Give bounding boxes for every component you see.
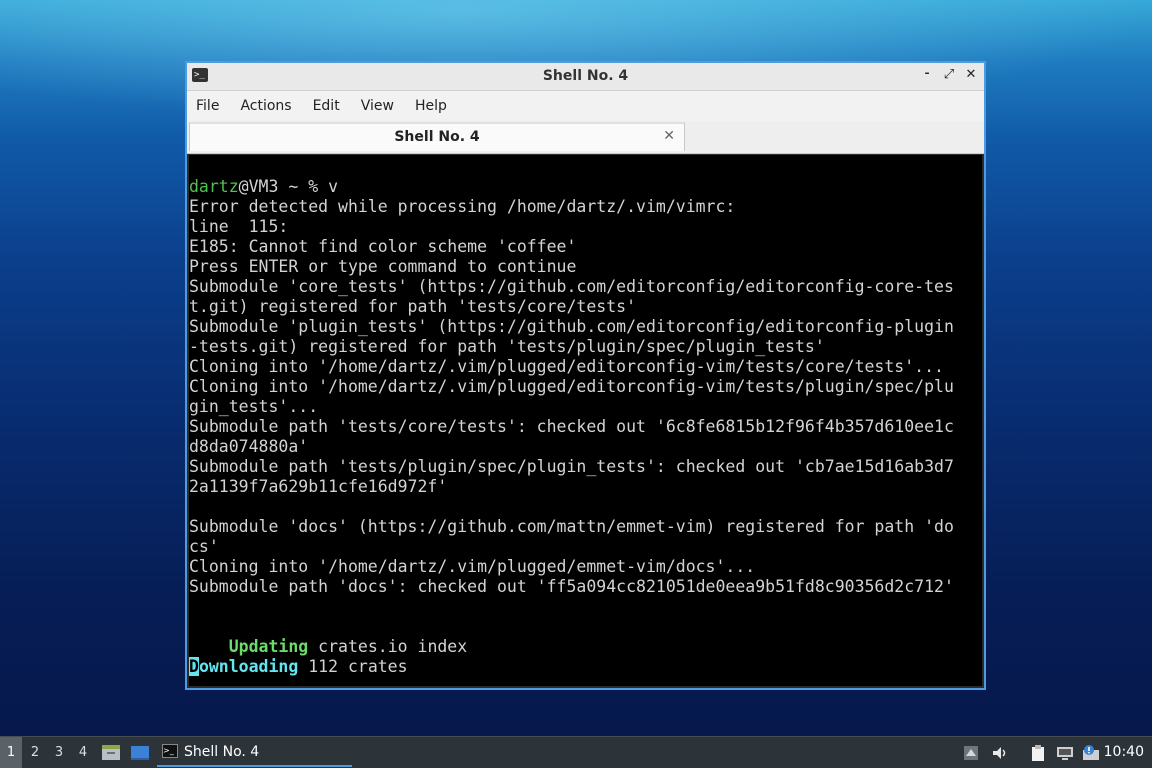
- workspace-2[interactable]: 2: [24, 737, 46, 768]
- prompt-command: @VM3 ~ % v: [238, 177, 339, 196]
- terminal-line: d8da074880a': [189, 437, 309, 456]
- close-button[interactable]: ✕: [964, 68, 978, 82]
- updating-label: Updating: [228, 637, 309, 656]
- terminal-line: Submodule 'plugin_tests' (https://github…: [189, 317, 954, 336]
- prompt-user: dartz: [189, 177, 239, 196]
- terminal-line: E185: Cannot find color scheme 'coffee': [189, 237, 577, 256]
- show-desktop-icon[interactable]: [130, 743, 150, 761]
- menubar: File Actions Edit View Help: [187, 91, 984, 121]
- menu-file[interactable]: File: [196, 98, 219, 114]
- workspace-3[interactable]: 3: [48, 737, 70, 768]
- volume-icon[interactable]: [991, 744, 1009, 762]
- menu-view[interactable]: View: [361, 98, 394, 114]
- terminal-line: Cloning into '/home/dartz/.vim/plugged/e…: [189, 377, 954, 396]
- maximize-button[interactable]: ⤢: [942, 68, 956, 82]
- task-label: Shell No. 4: [184, 744, 260, 760]
- downloading-line: Downloading 112 crates: [189, 657, 982, 677]
- tab-close-icon[interactable]: ✕: [663, 128, 675, 144]
- prompt-line: dartz@VM3 ~ % v: [189, 177, 982, 197]
- network-icon[interactable]: [1056, 744, 1074, 762]
- clipboard-icon[interactable]: [1029, 744, 1047, 762]
- up-arrow-icon[interactable]: [962, 744, 980, 762]
- window-title: Shell No. 4: [542, 68, 629, 84]
- taskbar: 1 2 3 4 >_ Shell No. 4 10:40: [0, 736, 1152, 768]
- tab-bar: Shell No. 4 ✕: [187, 121, 984, 154]
- file-manager-icon[interactable]: [101, 743, 121, 761]
- updating-text: crates.io index: [308, 637, 468, 656]
- menu-actions[interactable]: Actions: [240, 98, 291, 114]
- terminal-line: gin_tests'...: [189, 397, 319, 416]
- menu-help[interactable]: Help: [415, 98, 447, 114]
- terminal-icon: >_: [162, 744, 178, 758]
- task-shell-4[interactable]: >_ Shell No. 4: [157, 738, 352, 767]
- terminal-line: cs': [189, 537, 219, 556]
- minimize-button[interactable]: ⁃: [920, 68, 934, 82]
- window-titlebar[interactable]: >_ Shell No. 4 ⁃ ⤢ ✕: [187, 63, 984, 91]
- terminal-line: Submodule path 'tests/plugin/spec/plugin…: [189, 457, 954, 476]
- terminal-line: line 115:: [189, 217, 289, 236]
- terminal-line: t.git) registered for path 'tests/core/t…: [189, 297, 637, 316]
- tab-shell-4[interactable]: Shell No. 4 ✕: [189, 122, 685, 151]
- terminal-cursor: D: [189, 657, 199, 676]
- terminal-line: 2a1139f7a629b11cfe16d972f': [189, 477, 448, 496]
- update-notifier-icon[interactable]: [1082, 744, 1100, 762]
- terminal-line: Submodule 'docs' (https://github.com/mat…: [189, 517, 954, 536]
- terminal-line: Cloning into '/home/dartz/.vim/plugged/e…: [189, 357, 944, 376]
- terminal-line: Submodule 'core_tests' (https://github.c…: [189, 277, 954, 296]
- terminal-line: Error detected while processing /home/da…: [189, 197, 736, 216]
- menu-edit[interactable]: Edit: [313, 98, 340, 114]
- terminal-line: -tests.git) registered for path 'tests/p…: [189, 337, 825, 356]
- downloading-label: Downloading: [189, 657, 298, 676]
- workspace-4[interactable]: 4: [72, 737, 94, 768]
- workspace-1[interactable]: 1: [0, 737, 22, 768]
- terminal-window: >_ Shell No. 4 ⁃ ⤢ ✕ File Actions Edit V…: [185, 61, 986, 690]
- tab-label: Shell No. 4: [394, 129, 480, 145]
- updating-line: Updating crates.io index: [189, 637, 982, 657]
- terminal-line: Submodule path 'docs': checked out 'ff5a…: [189, 577, 954, 596]
- terminal-line: Cloning into '/home/dartz/.vim/plugged/e…: [189, 557, 756, 576]
- terminal-line: Press ENTER or type command to continue: [189, 257, 577, 276]
- downloading-label-rest: ownloading: [198, 657, 299, 676]
- terminal-line: Submodule path 'tests/core/tests': check…: [189, 417, 954, 436]
- clock[interactable]: 10:40: [1104, 744, 1144, 760]
- terminal-output[interactable]: dartz@VM3 ~ % v Error detected while pro…: [189, 155, 982, 686]
- downloading-text: 112 crates: [298, 657, 408, 676]
